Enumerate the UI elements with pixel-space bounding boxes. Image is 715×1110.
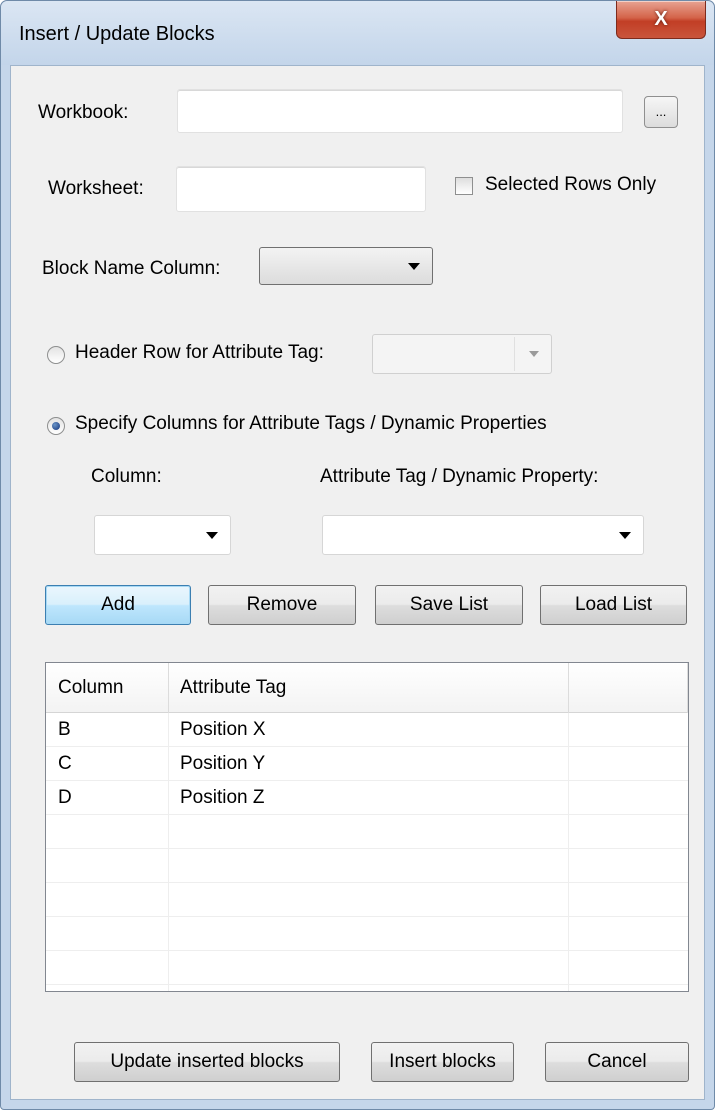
cell-column: C [58, 753, 72, 774]
cell-attribute-tag: Position Z [180, 787, 265, 808]
load-list-button-label: Load List [574, 594, 653, 615]
header-row-label[interactable]: Header Row for Attribute Tag: [75, 342, 324, 364]
ellipsis-icon: ... [655, 104, 667, 119]
table-row[interactable]: C Position Y [46, 747, 688, 781]
empty-row [46, 815, 688, 849]
title-bar[interactable]: Insert / Update Blocks X [1, 1, 714, 65]
specify-columns-radio[interactable] [47, 417, 65, 435]
chevron-down-icon [408, 263, 420, 270]
chevron-down-icon [619, 532, 631, 539]
attribute-list-table[interactable]: Column Attribute Tag B Position X C Posi… [45, 662, 689, 992]
cell-column: D [58, 787, 72, 808]
cell-attribute-tag: Position Y [180, 753, 266, 774]
empty-row [46, 849, 688, 883]
cancel-button-label: Cancel [587, 1051, 647, 1072]
cell-column: B [58, 719, 71, 740]
dialog-window: Insert / Update Blocks X Workbook: ... W… [0, 0, 715, 1110]
chevron-down-icon [206, 532, 218, 539]
empty-row [46, 951, 688, 985]
selected-rows-only-checkbox[interactable] [455, 177, 473, 195]
column-label: Column: [91, 466, 162, 487]
worksheet-label: Worksheet: [48, 178, 144, 199]
workbook-label: Workbook: [38, 102, 129, 123]
dropdown-separator [514, 337, 515, 371]
update-inserted-blocks-label: Update inserted blocks [110, 1051, 304, 1072]
attribute-tag-dropdown[interactable] [322, 515, 644, 555]
column-header-attribute-tag[interactable]: Attribute Tag [168, 663, 568, 713]
close-icon: X [654, 8, 668, 30]
add-button-label: Add [101, 594, 135, 615]
cell-attribute-tag: Position X [180, 719, 266, 740]
cancel-button[interactable]: Cancel [545, 1042, 689, 1082]
add-button[interactable]: Add [45, 585, 191, 625]
window-title: Insert / Update Blocks [19, 23, 215, 45]
insert-blocks-label: Insert blocks [389, 1051, 496, 1072]
load-list-button[interactable]: Load List [540, 585, 687, 625]
table-row[interactable]: D Position Z [46, 781, 688, 815]
specify-columns-label[interactable]: Specify Columns for Attribute Tags / Dyn… [75, 413, 547, 435]
block-name-column-dropdown[interactable] [259, 247, 433, 285]
attribute-tag-label: Attribute Tag / Dynamic Property: [320, 466, 599, 487]
save-list-button[interactable]: Save List [375, 585, 523, 625]
chevron-down-icon [529, 351, 539, 357]
close-button[interactable]: X [616, 1, 706, 39]
column-header-empty[interactable] [568, 663, 688, 713]
empty-row [46, 883, 688, 917]
empty-row [46, 917, 688, 951]
workbook-input[interactable] [177, 89, 623, 133]
column-header-column[interactable]: Column [46, 663, 168, 713]
save-list-button-label: Save List [409, 594, 489, 615]
update-inserted-blocks-button[interactable]: Update inserted blocks [74, 1042, 340, 1082]
dialog-content: Workbook: ... Worksheet: Selected Rows O… [10, 65, 705, 1100]
worksheet-input[interactable] [176, 166, 426, 212]
header-divider [687, 663, 688, 713]
column-dropdown[interactable] [94, 515, 231, 555]
table-header: Column Attribute Tag [46, 663, 688, 713]
selected-rows-only-label[interactable]: Selected Rows Only [485, 174, 656, 196]
remove-button[interactable]: Remove [208, 585, 356, 625]
block-name-column-label: Block Name Column: [42, 258, 221, 279]
table-row[interactable]: B Position X [46, 713, 688, 747]
remove-button-label: Remove [246, 594, 318, 615]
header-row-dropdown [372, 334, 552, 374]
browse-button[interactable]: ... [644, 96, 678, 128]
insert-blocks-button[interactable]: Insert blocks [371, 1042, 514, 1082]
header-row-radio[interactable] [47, 346, 65, 364]
